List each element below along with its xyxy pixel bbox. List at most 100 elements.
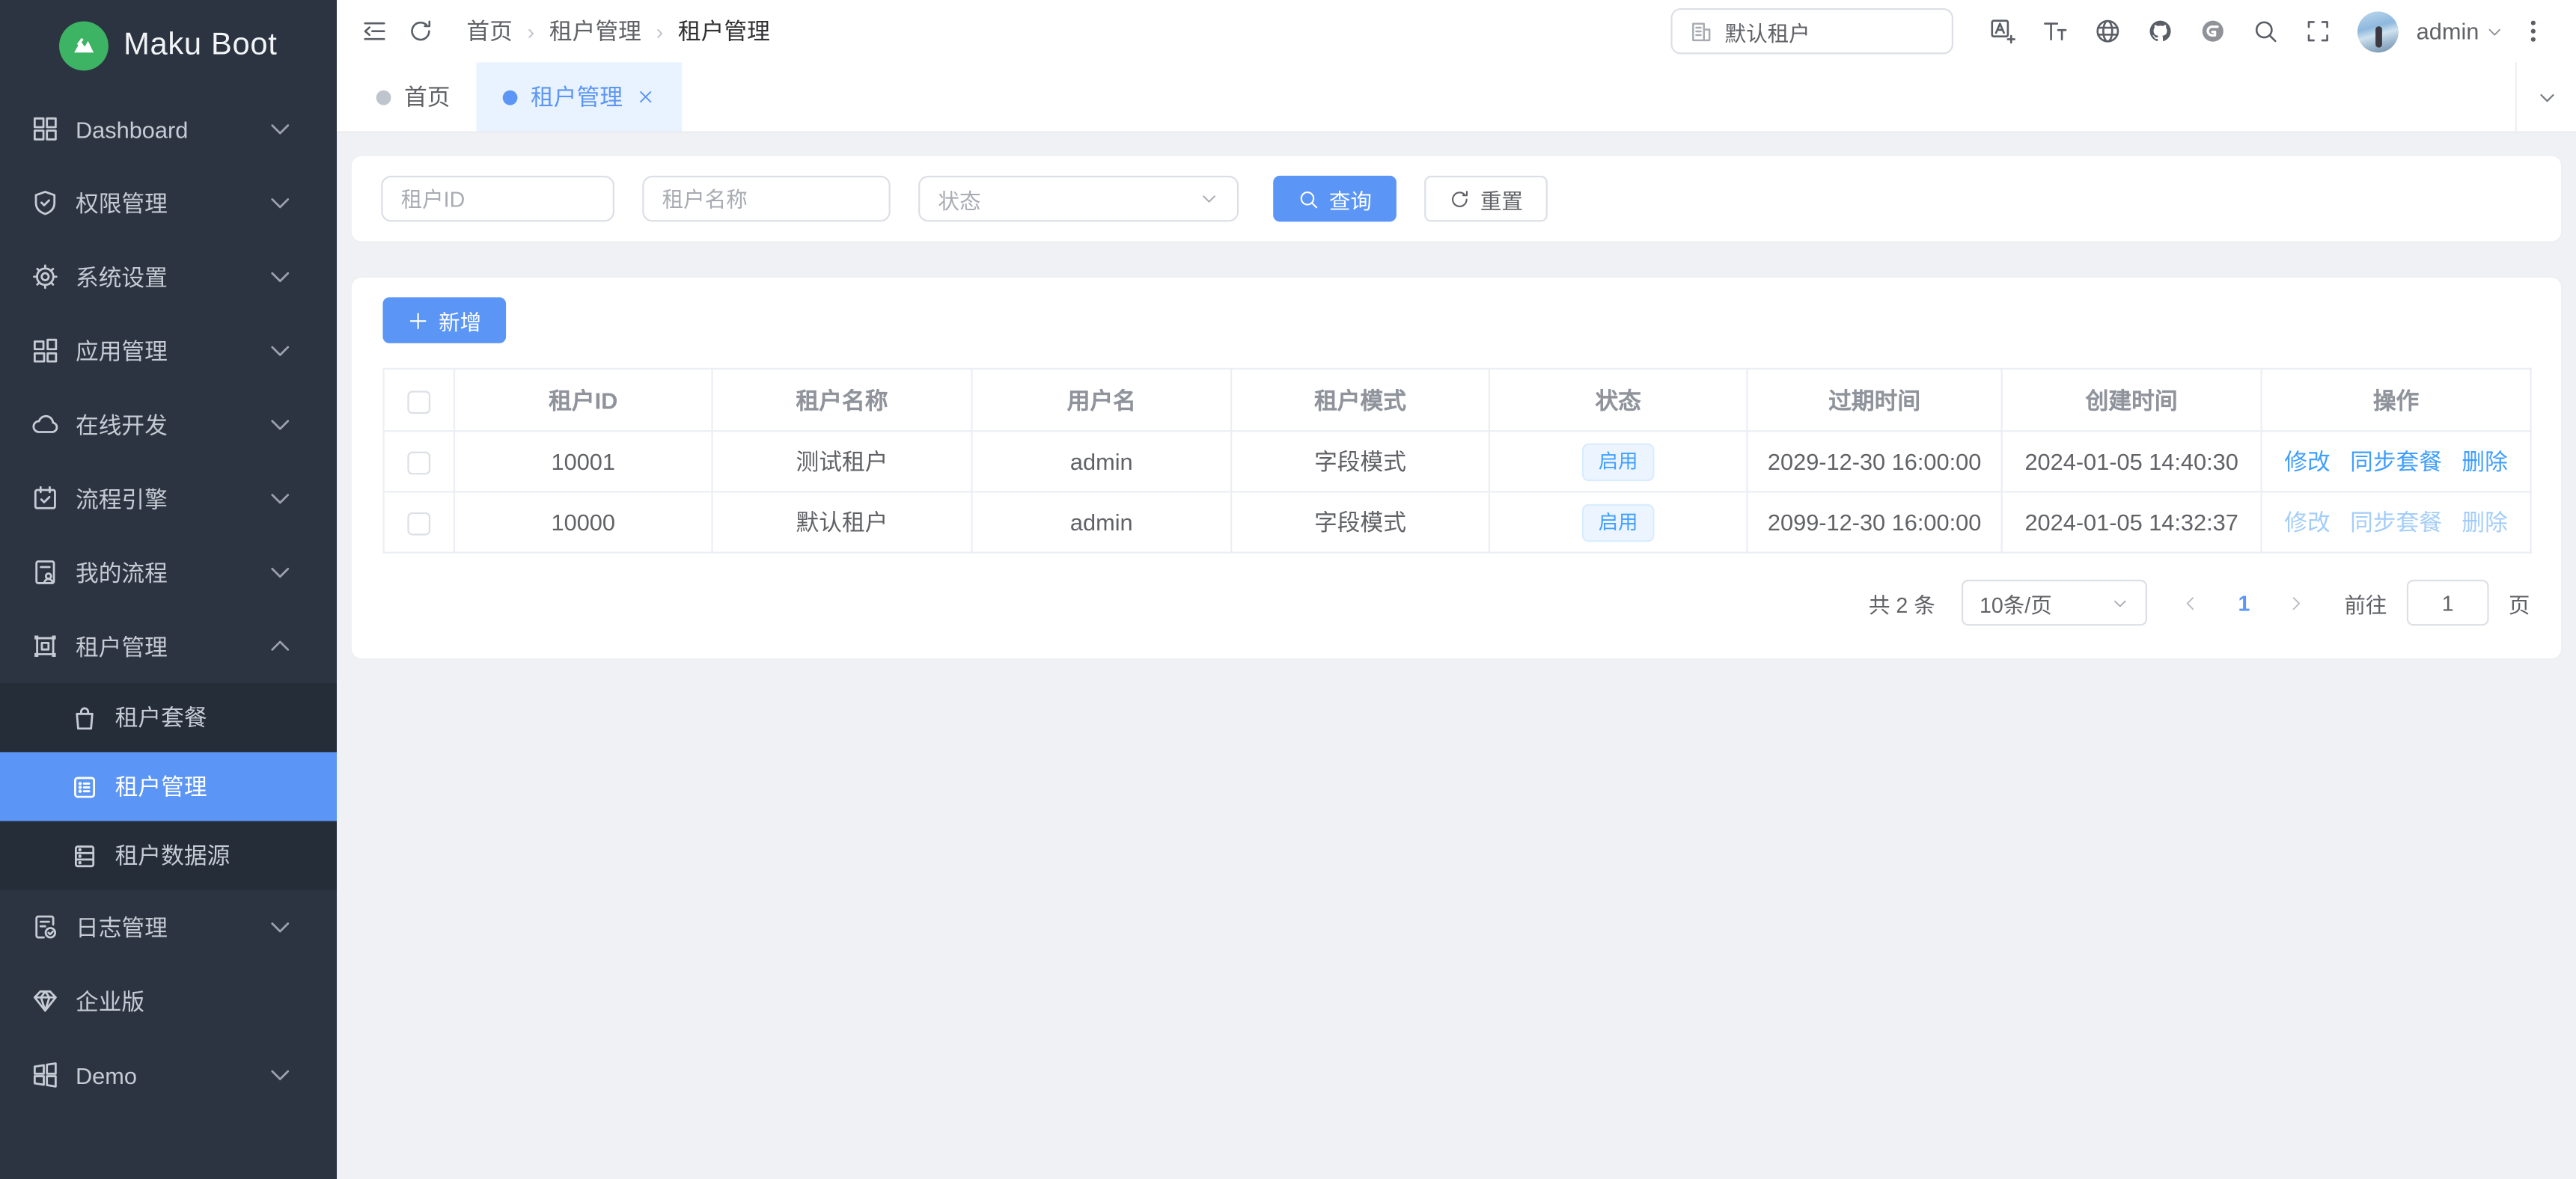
sidebar-item-label: 企业版 <box>76 984 311 1017</box>
tab-首页[interactable]: 首页 <box>350 62 477 131</box>
tab-label: 首页 <box>404 81 450 114</box>
cell-expire_time: 2029-12-30 16:00:00 <box>1747 431 2001 491</box>
user-menu[interactable]: admin <box>2417 18 2504 44</box>
breadcrumb-item[interactable]: 首页 <box>466 15 512 48</box>
refresh-page-button[interactable] <box>397 8 443 54</box>
action-link-修改: 修改 <box>2284 509 2330 535</box>
action-link-同步套餐[interactable]: 同步套餐 <box>2350 448 2442 474</box>
refresh-icon <box>407 18 433 44</box>
cell-tenant_id: 10001 <box>454 431 712 491</box>
sidebar-item-tenant-datasource[interactable]: 租户数据源 <box>0 821 337 890</box>
tab-dot <box>503 90 518 105</box>
chevron-right-icon <box>2288 594 2306 612</box>
font-size-button[interactable] <box>2032 8 2078 54</box>
topbar: 首页›租户管理›租户管理 默认租户 admin <box>337 0 2576 62</box>
bag-icon <box>70 704 98 732</box>
kebab-icon <box>2520 18 2546 44</box>
row-checkbox[interactable] <box>407 512 430 536</box>
language-button[interactable] <box>2084 8 2130 54</box>
cell-tenant_name: 测试租户 <box>712 431 972 491</box>
chevron-down-icon <box>266 411 294 438</box>
status-select[interactable]: 状态 <box>918 176 1239 221</box>
username-label: admin <box>2417 18 2479 44</box>
row-checkbox[interactable] <box>407 452 430 475</box>
sidebar-item-workflow-engine[interactable]: 流程引擎 <box>0 462 337 536</box>
close-icon[interactable] <box>636 87 656 106</box>
collapse-sidebar-button[interactable] <box>352 8 397 54</box>
page-size-select[interactable]: 10条/页 <box>1962 580 2147 625</box>
status-badge: 启用 <box>1582 443 1655 480</box>
breadcrumb-separator: › <box>528 19 535 43</box>
tabs-dropdown-button[interactable] <box>2515 62 2576 131</box>
cell-expire_time: 2099-12-30 16:00:00 <box>1747 491 2001 552</box>
prev-page-button[interactable] <box>2173 580 2209 625</box>
cell-status: 启用 <box>1489 431 1748 491</box>
action-link-修改[interactable]: 修改 <box>2284 448 2330 474</box>
sidebar-item-label: 我的流程 <box>76 556 266 589</box>
tenant-name-input[interactable] <box>642 176 890 221</box>
sidebar-item-permission[interactable]: 权限管理 <box>0 166 337 240</box>
sidebar-item-app-management[interactable]: 应用管理 <box>0 313 337 388</box>
content: 状态 查询 重置 新增 <box>337 133 2576 1179</box>
tab-租户管理[interactable]: 租户管理 <box>477 62 682 131</box>
apps-icon <box>31 337 59 364</box>
sidebar-item-log-management[interactable]: 日志管理 <box>0 890 337 964</box>
cell-username: admin <box>971 431 1231 491</box>
fullscreen-button[interactable] <box>2295 8 2340 54</box>
column-header: 创建时间 <box>2002 369 2262 431</box>
shield-check-icon <box>31 189 59 216</box>
breadcrumb: 首页›租户管理›租户管理 <box>466 15 769 48</box>
sidebar-item-demo[interactable]: Demo <box>0 1038 337 1112</box>
tab-dot <box>376 90 391 105</box>
tenant-table: 租户ID租户名称用户名租户模式状态过期时间创建时间操作 10001测试租户adm… <box>382 368 2530 554</box>
sidebar-item-my-workflow[interactable]: 我的流程 <box>0 536 337 610</box>
fullscreen-icon <box>2304 18 2331 44</box>
cell-username: admin <box>971 491 1231 552</box>
search-button[interactable] <box>2242 8 2288 54</box>
tenant-id-input[interactable] <box>381 176 614 221</box>
sidebar-item-enterprise[interactable]: 企业版 <box>0 964 337 1038</box>
search-submit-button[interactable]: 查询 <box>1273 176 1397 221</box>
sidebar-item-label: 系统设置 <box>76 260 266 293</box>
avatar[interactable] <box>2357 10 2399 52</box>
chevron-down-icon <box>266 263 294 290</box>
font-size-icon <box>2042 18 2068 44</box>
select-all-checkbox[interactable] <box>407 391 430 414</box>
sidebar-item-tenant-package[interactable]: 租户套餐 <box>0 683 337 752</box>
column-header: 过期时间 <box>1747 369 2001 431</box>
chevron-down-icon <box>2111 594 2129 612</box>
table-panel: 新增 租户ID租户名称用户名租户模式状态过期时间创建时间操作 10001测试租户… <box>352 278 2561 658</box>
chevron-left-icon <box>2182 594 2200 612</box>
tabs: 首页租户管理 <box>337 62 2515 131</box>
breadcrumb-item[interactable]: 租户管理 <box>678 15 770 48</box>
gitee-button[interactable] <box>2190 8 2235 54</box>
cell-actions: 修改同步套餐删除 <box>2262 431 2531 491</box>
cell-tenant_name: 默认租户 <box>712 491 972 552</box>
cell-tenant_id: 10000 <box>454 491 712 552</box>
row-select-cell <box>384 431 454 491</box>
github-button[interactable] <box>2137 8 2183 54</box>
translate-button[interactable] <box>1980 8 2025 54</box>
action-link-删除[interactable]: 删除 <box>2461 448 2507 474</box>
next-page-button[interactable] <box>2279 580 2315 625</box>
row-select-cell <box>384 491 454 552</box>
tenant-select[interactable]: 默认租户 <box>1670 8 1953 54</box>
cloud-icon <box>31 411 59 438</box>
sidebar-item-label: 租户管理 <box>76 630 266 663</box>
reset-button[interactable]: 重置 <box>1424 176 1548 221</box>
sidebar-item-online-dev[interactable]: 在线开发 <box>0 388 337 462</box>
settings-kebab-button[interactable] <box>2510 8 2556 54</box>
goto-label: 前往 <box>2344 587 2387 619</box>
sidebar-item-label: Demo <box>76 1062 266 1088</box>
breadcrumb-item[interactable]: 租户管理 <box>549 15 641 48</box>
goto-page-input[interactable] <box>2407 580 2489 625</box>
sidebar-item-tenant-management[interactable]: 租户管理 <box>0 609 337 683</box>
sidebar-item-dashboard[interactable]: Dashboard <box>0 92 337 166</box>
add-button[interactable]: 新增 <box>382 297 506 343</box>
sidebar-item-tenant-admin[interactable]: 租户管理 <box>0 752 337 821</box>
page-number-1[interactable]: 1 <box>2223 590 2265 615</box>
sidebar-item-system-settings[interactable]: 系统设置 <box>0 239 337 313</box>
cell-mode: 字段模式 <box>1231 491 1489 552</box>
column-header: 操作 <box>2262 369 2531 431</box>
globe-icon <box>2094 18 2120 44</box>
